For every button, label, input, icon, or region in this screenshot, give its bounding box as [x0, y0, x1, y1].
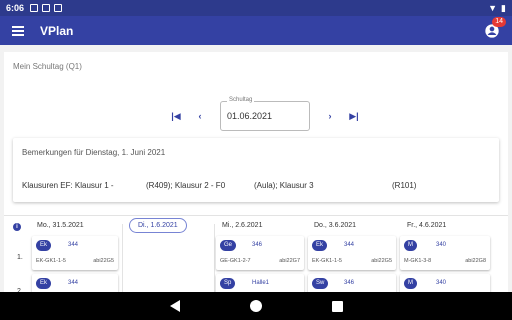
status-bar: 6:06 ▼ ▮ [0, 0, 512, 16]
main-content: Mein Schultag (Q1) |◀ ‹ Schultag › ▶| Be… [4, 52, 508, 308]
lesson-card[interactable]: Ge 346 GE-GK1-2-7 abi22G7 [216, 236, 304, 270]
remarks-text: Klausuren EF: Klausur 1 - (R409); Klausu… [22, 181, 492, 190]
subject-badge: Ek [312, 240, 328, 251]
app-title: VPlan [40, 23, 74, 38]
app-bar: VPlan 14 [0, 16, 512, 45]
days-header: i Mo., 31.5.2021 Di., 1.6.2021 Mi., 2.6.… [4, 215, 508, 237]
teacher-label: abi22G8 [465, 258, 486, 264]
day-friday[interactable]: Fr., 4.6.2021 [407, 222, 446, 229]
remark-part: (R409); Klausur 2 - F0 [146, 181, 226, 190]
wifi-icon: ▼ [488, 3, 498, 13]
notification-badge: 14 [492, 16, 506, 27]
lesson-card[interactable]: Ek 344 EK-GK1-1-5 abi22G5 [32, 236, 118, 270]
previous-day-button[interactable]: ‹ [193, 109, 207, 123]
subject-badge: Sp [220, 278, 236, 289]
remark-part: (Aula); Klausur 3 [254, 181, 314, 190]
course-label: M-GK1-3-8 [404, 258, 432, 264]
remarks-title: Bemerkungen für Dienstag, 1. Juni 2021 [22, 148, 166, 157]
menu-icon[interactable] [12, 25, 24, 36]
recents-icon[interactable] [331, 300, 343, 312]
subject-badge: M [404, 240, 417, 251]
system-nav-bar [0, 292, 512, 320]
course-label: EK-GK1-1-5 [312, 258, 342, 264]
home-icon[interactable] [249, 300, 262, 312]
room-label: 344 [68, 280, 79, 286]
date-field-label: Schultag [227, 97, 255, 103]
date-navigation: |◀ ‹ Schultag › ▶| [164, 97, 366, 131]
lesson-card[interactable]: M 340 M-GK1-3-8 abi22G8 [400, 236, 490, 270]
date-input[interactable] [227, 111, 303, 121]
subject-badge: Ge [220, 240, 237, 251]
day-wednesday[interactable]: Mi., 2.6.2021 [222, 222, 262, 229]
course-label: EK-GK1-1-5 [36, 258, 66, 264]
date-field[interactable]: Schultag [220, 97, 310, 131]
teacher-label: abi22G7 [279, 258, 300, 264]
last-day-button[interactable]: ▶| [347, 109, 361, 123]
remarks-card: Bemerkungen für Dienstag, 1. Juni 2021 K… [13, 138, 499, 202]
back-icon[interactable] [169, 300, 180, 312]
notification-icon [30, 4, 39, 12]
room-label: Halle1 [252, 280, 270, 286]
room-label: 346 [344, 280, 355, 286]
room-label: 344 [68, 242, 79, 248]
status-time: 6:06 [6, 3, 25, 13]
info-icon[interactable]: i [13, 223, 21, 231]
row-number: 1. [17, 254, 23, 261]
first-day-button[interactable]: |◀ [169, 109, 183, 123]
room-label: 340 [436, 280, 447, 286]
subject-badge: M [404, 278, 417, 289]
room-label: 346 [252, 242, 263, 248]
subject-badge: Sw [312, 278, 329, 289]
course-label: GE-GK1-2-7 [220, 258, 251, 264]
account-button[interactable]: 14 [484, 16, 506, 39]
battery-icon: ▮ [501, 2, 506, 13]
remark-part: (R101) [392, 181, 417, 190]
day-monday[interactable]: Mo., 31.5.2021 [37, 222, 84, 229]
status-right: ▼ ▮ [488, 3, 506, 14]
column-divider [122, 224, 123, 292]
status-icons [30, 4, 63, 12]
day-tuesday[interactable]: Di., 1.6.2021 [129, 218, 187, 233]
column-divider [214, 224, 215, 292]
room-label: 344 [344, 242, 355, 248]
next-day-button[interactable]: › [323, 109, 337, 123]
section-title: Mein Schultag (Q1) [13, 62, 82, 71]
room-label: 340 [436, 242, 447, 248]
lesson-card[interactable]: Ek 344 EK-GK1-1-5 abi22G5 [308, 236, 396, 270]
notification-icon [42, 4, 51, 12]
subject-badge: Ek [36, 240, 52, 251]
notification-icon [54, 4, 63, 12]
subject-badge: Ek [36, 278, 52, 289]
teacher-label: abi22G5 [93, 258, 114, 264]
teacher-label: abi22G5 [371, 258, 392, 264]
remark-part: Klausuren EF: Klausur 1 - [22, 181, 114, 190]
day-thursday[interactable]: Do., 3.6.2021 [314, 222, 356, 229]
